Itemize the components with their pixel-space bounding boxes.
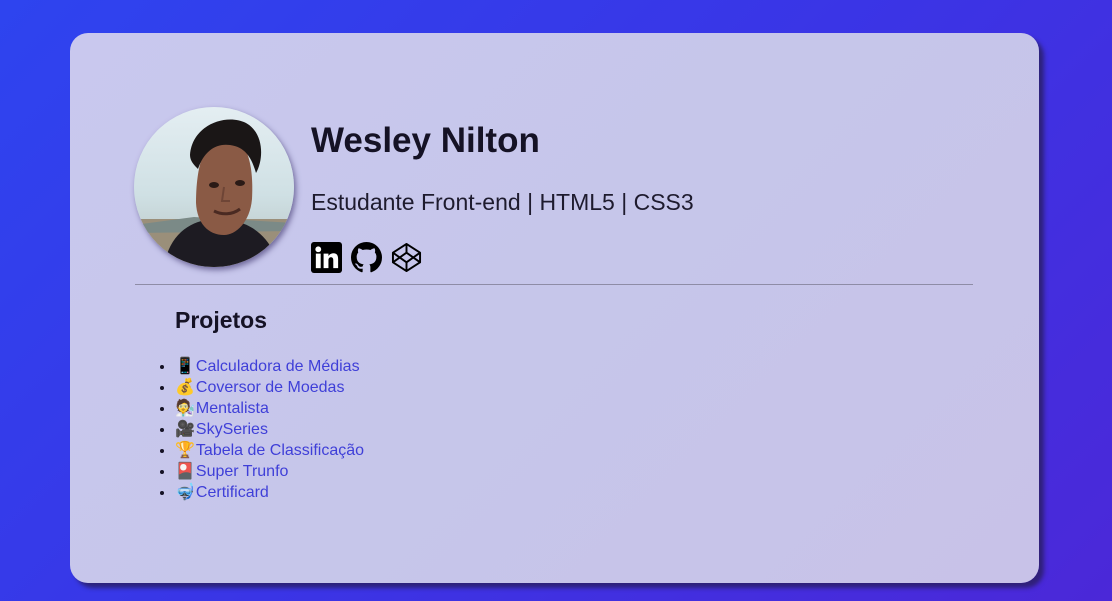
list-item: 🏆Tabela de Classificação (175, 440, 364, 461)
project-link-calculadora[interactable]: Calculadora de Médias (196, 358, 360, 375)
list-item: 🤿Certificard (175, 482, 364, 503)
trophy-icon: 🏆 (175, 442, 195, 459)
linkedin-link[interactable] (311, 242, 342, 273)
list-item: 🎥SkySeries (175, 419, 364, 440)
linkedin-icon (311, 242, 342, 277)
diving-mask-icon: 🤿 (175, 484, 195, 501)
profile-role: Estudante Front-end | HTML5 | CSS3 (311, 189, 694, 215)
phone-icon: 📱 (175, 358, 195, 375)
project-link-skyseries[interactable]: SkySeries (196, 421, 268, 438)
project-link-tabela[interactable]: Tabela de Classificação (196, 442, 364, 459)
list-item: 🎴Super Trunfo (175, 461, 364, 482)
profile-name: Wesley Nilton (311, 121, 540, 160)
movie-camera-icon: 🎥 (175, 421, 195, 438)
list-item: 📱Calculadora de Médias (175, 356, 364, 377)
codepen-link[interactable] (391, 242, 422, 273)
projects-title: Projetos (175, 307, 268, 333)
project-link-super-trunfo[interactable]: Super Trunfo (196, 463, 289, 480)
projects-list: 📱Calculadora de Médias 💰Coversor de Moed… (157, 356, 364, 503)
money-bag-icon: 💰 (175, 379, 195, 396)
codepen-icon (391, 242, 422, 277)
social-links (311, 242, 422, 273)
project-link-mentalista[interactable]: Mentalista (196, 400, 269, 417)
project-link-certificard[interactable]: Certificard (196, 484, 269, 501)
github-icon (351, 242, 382, 277)
profile-card: Wesley Nilton Estudante Front-end | HTML… (70, 33, 1039, 583)
scientist-icon: 🧑‍🔬 (175, 400, 195, 417)
flower-card-icon: 🎴 (175, 463, 195, 480)
list-item: 💰Coversor de Moedas (175, 377, 364, 398)
avatar (134, 107, 294, 267)
project-link-conversor[interactable]: Coversor de Moedas (196, 379, 345, 396)
list-item: 🧑‍🔬Mentalista (175, 398, 364, 419)
github-link[interactable] (351, 242, 382, 273)
divider (135, 284, 973, 285)
